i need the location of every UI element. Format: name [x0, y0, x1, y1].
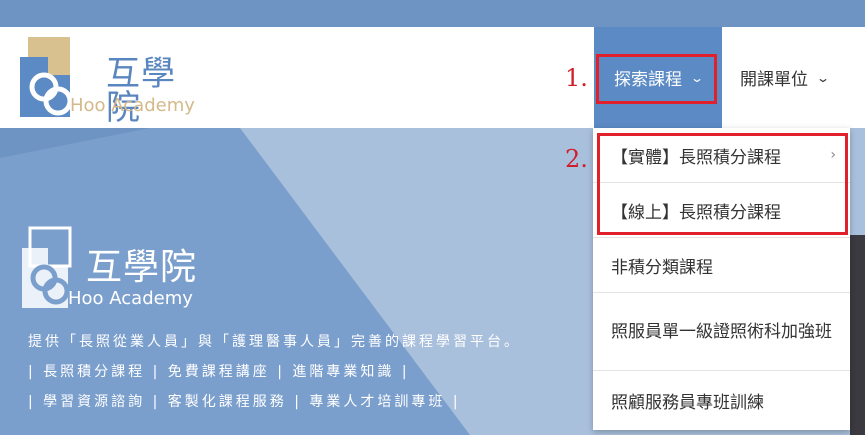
chevron-down-icon: ⌄	[815, 70, 831, 85]
dropdown-item-label: 非積分類課程	[611, 257, 713, 278]
dropdown-item-label: 照顧服務員專班訓練	[611, 393, 764, 413]
hero-tagline-1: 提供「長照從業人員」與「護理醫事人員」完善的課程學習平台。	[28, 334, 521, 350]
annotation-step-1: 1.	[565, 64, 588, 92]
annotation-step-2: 2.	[565, 145, 588, 173]
dropdown-item-caregiver-training[interactable]: 照顧服務員專班訓練	[593, 371, 850, 430]
hero-tagline-3: | 學習資源諮詢 | 客製化課程服務 | 專業人才培訓專班 |	[28, 394, 461, 410]
hero-tagline-2: | 長照積分課程 | 免費課程講座 | 進階專業知識 |	[28, 364, 410, 380]
top-strip	[0, 0, 865, 27]
nav-course-units[interactable]: 開課單位 ⌄	[740, 27, 860, 128]
nav-units-label: 開課單位	[740, 70, 808, 90]
highlight-box-step1	[596, 54, 717, 104]
hero-logo-name-cn: 互學院	[86, 247, 198, 288]
highlight-box-step2	[597, 133, 848, 235]
logo-name-en: Hoo Academy	[70, 95, 195, 116]
site-logo[interactable]: 互學院 Hoo Academy	[18, 35, 208, 125]
hero-photo-edge	[850, 235, 865, 435]
hero-logo: 互學院 Hoo Academy	[20, 226, 220, 310]
dropdown-item-label: 照服員單一級證照術科加強班	[611, 321, 832, 342]
hero-logo-name-en: Hoo Academy	[68, 288, 193, 309]
dropdown-item-caregiver-license[interactable]: 照服員單一級證照術科加強班	[593, 293, 850, 371]
dropdown-item-non-credit[interactable]: 非積分類課程	[593, 238, 850, 293]
